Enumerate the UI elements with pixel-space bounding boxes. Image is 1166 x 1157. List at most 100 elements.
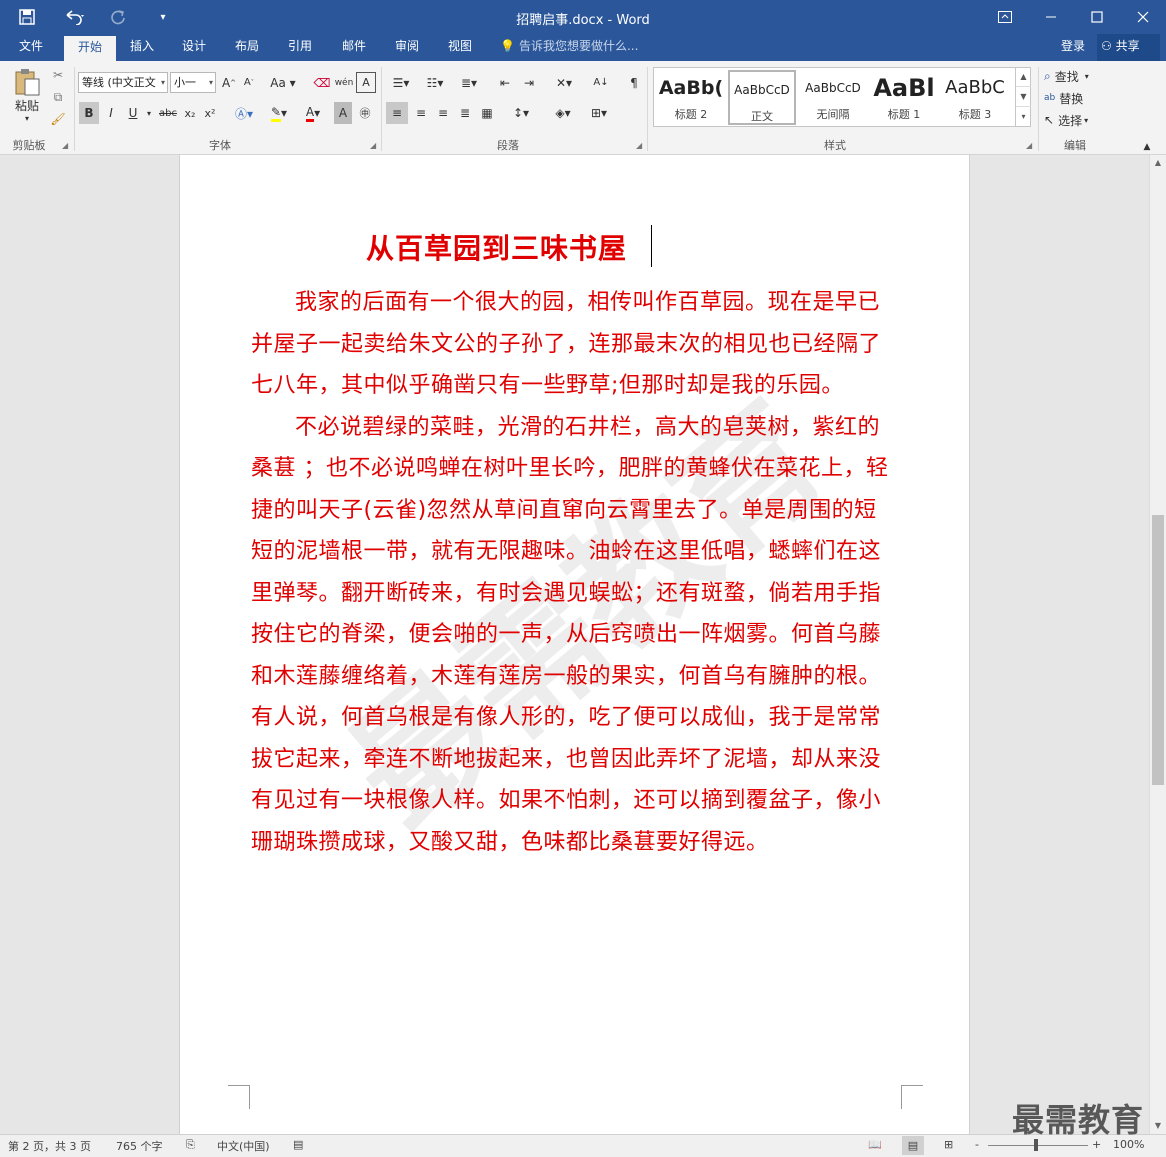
highlight-icon[interactable]: ✎ ▾ [264, 102, 294, 124]
font-name-combo[interactable]: 等线 (中文正文 ▾ [78, 72, 168, 93]
bold-button[interactable]: B [79, 102, 99, 124]
show-marks-icon[interactable]: ¶ [624, 72, 644, 93]
shading-icon[interactable]: ◈▾ [548, 102, 578, 124]
align-left-icon[interactable]: ≡ [386, 102, 408, 124]
tab-layout[interactable]: 布局 [223, 34, 271, 61]
login-link[interactable]: 登录 [1061, 34, 1085, 59]
tab-mailings[interactable]: 邮件 [330, 34, 378, 61]
style-no-spacing[interactable]: AaBbCcD 无间隔 [799, 70, 867, 125]
tab-references[interactable]: 引用 [276, 34, 324, 61]
group-divider [74, 67, 75, 151]
style-heading-1[interactable]: AaBl 标题 1 [870, 70, 938, 125]
text-cursor [651, 225, 652, 267]
underline-button[interactable]: U [123, 102, 143, 124]
numbering-icon[interactable]: ☷▾ [420, 72, 450, 93]
web-layout-icon[interactable]: ⊞ [944, 1138, 953, 1151]
shrink-font-icon[interactable]: Aˇ [240, 72, 258, 93]
document-page[interactable]: 最需教育 从百草园到三味书屋 我家的后面有一个很大的园，相传叫作百草园。现在是早… [179, 155, 970, 1134]
multilevel-list-icon[interactable]: ≣▾ [454, 72, 484, 93]
scroll-up-icon[interactable]: ▲ [1150, 155, 1166, 171]
style-heading-3[interactable]: AaBbC 标题 3 [941, 70, 1009, 125]
clipboard-launcher-icon[interactable]: ◢ [62, 141, 68, 150]
word-count[interactable]: 765 个字 [116, 1138, 163, 1154]
maximize-icon[interactable] [1074, 0, 1120, 34]
strikethrough-button[interactable]: abc [157, 102, 179, 124]
line-spacing-icon[interactable]: ↕▾ [506, 102, 536, 124]
paragraph[interactable]: 不必说碧绿的菜畦，光滑的石井栏，高大的皂荚树，紫红的桑葚 ；也不必说鸣蝉在树叶里… [251, 407, 896, 864]
tab-view[interactable]: 视图 [436, 34, 484, 61]
paragraph-group-label: 段落 [497, 139, 519, 152]
styles-launcher-icon[interactable]: ◢ [1026, 141, 1032, 150]
tab-insert[interactable]: 插入 [118, 34, 166, 61]
zoom-slider[interactable] [988, 1145, 1088, 1146]
change-case-icon[interactable]: Aa ▾ [268, 72, 298, 93]
tab-review[interactable]: 审阅 [383, 34, 431, 61]
align-right-icon[interactable]: ≡ [432, 102, 454, 124]
scroll-thumb[interactable] [1152, 515, 1164, 785]
text-effects-icon[interactable]: Ⓐ▾ [230, 102, 258, 124]
distributed-icon[interactable]: ▦ [476, 102, 498, 124]
sort-icon[interactable]: A↓ [590, 72, 612, 93]
replace-button[interactable]: ab 替换 [1044, 88, 1110, 108]
scroll-down-icon[interactable]: ▼ [1150, 1118, 1166, 1134]
read-mode-icon[interactable]: 📖 [868, 1138, 882, 1151]
italic-button[interactable]: I [101, 102, 121, 124]
cut-icon[interactable]: ✂ [48, 65, 68, 85]
chevron-down-icon[interactable]: ▼ [1016, 87, 1031, 107]
bullets-icon[interactable]: ☰▾ [386, 72, 416, 93]
paragraph[interactable]: 我家的后面有一个很大的园，相传叫作百草园。现在是早已并屋子一起卖给朱文公的子孙了… [251, 282, 896, 407]
save-icon[interactable] [10, 0, 44, 34]
document-title[interactable]: 从百草园到三味书屋 [366, 227, 627, 267]
vertical-scrollbar[interactable]: ▲ ▼ [1149, 155, 1166, 1134]
close-icon[interactable] [1120, 0, 1166, 34]
decrease-indent-icon[interactable]: ⇤ [494, 72, 516, 93]
document-body[interactable]: 我家的后面有一个很大的园，相传叫作百草园。现在是早已并屋子一起卖给朱文公的子孙了… [251, 282, 896, 863]
print-layout-icon[interactable]: ▤ [902, 1136, 924, 1155]
style-heading-2[interactable]: AaBb( 标题 2 [657, 70, 725, 125]
ribbon-display-icon[interactable] [982, 0, 1028, 34]
phonetic-guide-icon[interactable]: wén [334, 72, 354, 93]
font-color-icon[interactable]: A ▾ [298, 102, 328, 124]
grow-font-icon[interactable]: A ^ [220, 72, 238, 93]
language-indicator[interactable]: 中文(中国) [217, 1138, 270, 1154]
customize-icon[interactable]: ▾ [150, 0, 176, 34]
superscript-button[interactable]: x² [201, 102, 219, 124]
character-border-icon[interactable]: A [356, 72, 376, 93]
tell-me-search[interactable]: 💡 告诉我您想要做什么... [500, 34, 638, 61]
collapse-ribbon-icon[interactable]: ▲ [1140, 141, 1154, 153]
tab-home[interactable]: 开始 [64, 36, 116, 61]
more-styles-icon[interactable]: ▾ [1016, 107, 1031, 127]
paragraph-launcher-icon[interactable]: ◢ [636, 141, 642, 150]
font-launcher-icon[interactable]: ◢ [370, 141, 376, 150]
font-size-combo[interactable]: 小一 ▾ [170, 72, 216, 93]
align-center-icon[interactable]: ≡ [410, 102, 432, 124]
increase-indent-icon[interactable]: ⇥ [518, 72, 540, 93]
chevron-up-icon[interactable]: ▲ [1016, 67, 1031, 87]
style-normal[interactable]: AaBbCcD 正文 [728, 70, 796, 125]
subscript-button[interactable]: x₂ [181, 102, 199, 124]
format-painter-icon[interactable]: 🖌 [48, 109, 68, 129]
chinese-layout-icon[interactable]: ✕▾ [548, 72, 580, 93]
zoom-out-button[interactable]: - [975, 1138, 979, 1151]
page-count[interactable]: 第 2 页，共 3 页 [8, 1138, 91, 1154]
find-button[interactable]: ⌕ 查找 ▾ [1044, 66, 1110, 86]
chevron-down-icon[interactable]: ▾ [143, 102, 155, 124]
redo-icon[interactable] [104, 0, 132, 34]
borders-icon[interactable]: ⊞▾ [584, 102, 614, 124]
minimize-icon[interactable] [1028, 0, 1074, 34]
person-icon: ⚇ [1101, 39, 1112, 53]
tab-file[interactable]: 文件 [8, 34, 54, 61]
paste-button[interactable]: 粘贴 ▾ [8, 65, 46, 125]
justify-icon[interactable]: ≣ [454, 102, 476, 124]
styles-scroll[interactable]: ▲ ▼ ▾ [1015, 67, 1031, 127]
enclose-character-icon[interactable]: ㊥ [355, 102, 375, 124]
character-shading-icon[interactable]: A [334, 102, 352, 124]
macro-record-icon[interactable]: ▤ [293, 1138, 303, 1151]
undo-icon[interactable] [56, 0, 94, 34]
proofing-icon[interactable]: ⎘ [186, 1138, 195, 1152]
copy-icon[interactable]: ⧉ [48, 87, 68, 107]
share-button[interactable]: ⚇ 共享 [1097, 34, 1160, 61]
select-button[interactable]: ↖ 选择 ▾ [1044, 110, 1110, 130]
tab-design[interactable]: 设计 [170, 34, 218, 61]
clear-format-icon[interactable]: ⌫ [312, 72, 332, 93]
